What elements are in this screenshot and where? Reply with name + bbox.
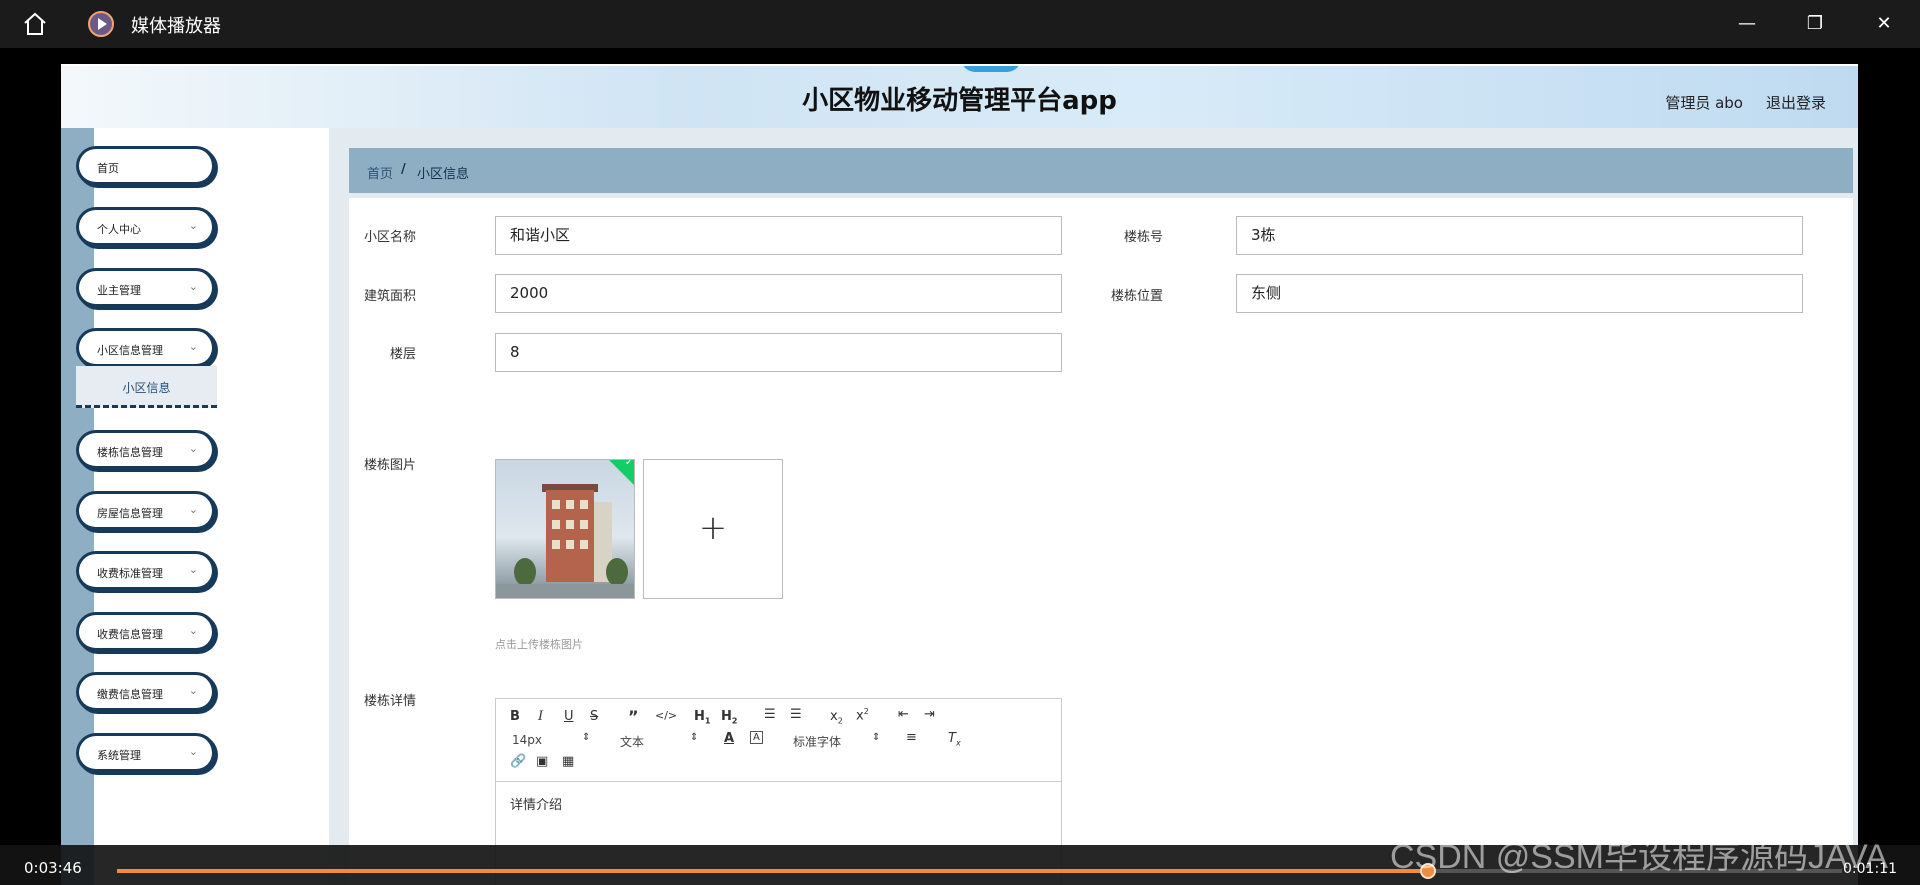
chevron-down-icon: ⌄: [188, 563, 198, 576]
page-title: 小区物业移动管理平台app: [802, 86, 1117, 116]
sidebar-item-house-management[interactable]: 房屋信息管理 ⌄: [76, 491, 216, 531]
font-family-dropdown-icon[interactable]: ⇕: [872, 732, 880, 743]
player-title-bar: 媒体播放器 — ❐ ✕: [0, 0, 1920, 48]
sidebar-item-label: 小区信息管理: [97, 344, 163, 357]
header-badge: [961, 66, 1021, 72]
superscript-icon[interactable]: x2: [856, 707, 869, 723]
format-dropdown-icon[interactable]: ⇕: [690, 732, 698, 743]
web-page: 小区物业移动管理平台app 管理员 abo 退出登录 首页 个人中心 ⌄ 业主管…: [61, 66, 1858, 885]
admin-label: 管理员 abo: [1665, 94, 1743, 112]
building-location-label: 楼栋位置: [1110, 289, 1163, 304]
sidebar: 首页 个人中心 ⌄ 业主管理 ⌄ 小区信息管理 ⌄ 小区信息 楼栋信息管理 ⌄ …: [61, 128, 329, 885]
indent-icon[interactable]: ⇥: [924, 707, 935, 722]
logout-link[interactable]: 退出登录: [1766, 92, 1826, 113]
font-size-dropdown-icon[interactable]: ⇕: [582, 732, 590, 743]
chevron-down-icon: ⌄: [188, 624, 198, 637]
font-family-select[interactable]: 标准字体: [793, 733, 841, 750]
breadcrumb-current: 小区信息: [417, 167, 470, 182]
background-color-icon[interactable]: A: [750, 731, 763, 744]
chevron-down-icon: ⌄: [188, 503, 198, 516]
restore-icon[interactable]: ❐: [1803, 12, 1827, 36]
format-select[interactable]: 文本: [620, 733, 644, 750]
minimize-icon[interactable]: —: [1735, 12, 1759, 36]
building-image-label: 楼栋图片: [363, 458, 416, 473]
seek-progress: [117, 869, 1428, 873]
building-location-field[interactable]: 东侧: [1236, 274, 1803, 313]
area-label: 建筑面积: [363, 289, 416, 304]
sidebar-item-label: 收费信息管理: [97, 628, 163, 641]
sidebar-item-fee-info[interactable]: 收费信息管理 ⌄: [76, 612, 216, 652]
link-icon[interactable]: 🔗: [510, 754, 526, 769]
sidebar-item-label: 个人中心: [97, 223, 141, 236]
building-image-thumbnail[interactable]: ✓: [495, 459, 635, 599]
floors-label: 楼层: [389, 347, 416, 362]
image-upload-button[interactable]: +: [643, 459, 783, 599]
area-field[interactable]: 2000: [495, 274, 1062, 313]
media-player-icon: [88, 11, 114, 37]
chevron-down-icon: ⌄: [188, 684, 198, 697]
ordered-list-icon[interactable]: ☰: [764, 707, 776, 722]
breadcrumb-separator: /: [401, 162, 406, 177]
elapsed-time: 0:03:46: [24, 859, 82, 877]
close-icon[interactable]: ✕: [1872, 12, 1896, 36]
sidebar-subitem-label: 小区信息: [122, 381, 171, 395]
clear-format-icon[interactable]: Tx: [948, 731, 961, 748]
breadcrumb: 首页 / 小区信息: [349, 148, 1853, 193]
sidebar-item-personal-center[interactable]: 个人中心 ⌄: [76, 207, 216, 247]
sidebar-item-owner-management[interactable]: 业主管理 ⌄: [76, 268, 216, 308]
bullet-list-icon[interactable]: ☰: [790, 707, 802, 722]
sidebar-item-label: 收费标准管理: [97, 567, 163, 580]
upload-hint: 点击上传楼栋图片: [495, 638, 583, 651]
sidebar-subitem-community-info[interactable]: 小区信息: [76, 366, 217, 408]
plus-icon: +: [698, 508, 728, 548]
font-size-select[interactable]: 14px: [512, 733, 542, 747]
sidebar-item-community-management[interactable]: 小区信息管理 ⌄: [76, 328, 216, 368]
building-no-field[interactable]: 3栋: [1236, 216, 1803, 255]
building-detail-label: 楼栋详情: [363, 694, 416, 709]
bold-icon[interactable]: B: [510, 709, 520, 724]
building-no-label: 楼栋号: [1123, 230, 1163, 245]
sidebar-item-home[interactable]: 首页: [76, 146, 216, 186]
chevron-down-icon: ⌄: [188, 745, 198, 758]
community-name-label: 小区名称: [363, 230, 416, 245]
heading1-icon[interactable]: H1: [694, 709, 710, 726]
image-icon[interactable]: ▣: [536, 754, 548, 769]
italic-icon[interactable]: I: [538, 709, 543, 724]
community-name-field[interactable]: 和谐小区: [495, 216, 1062, 255]
app-title: 媒体播放器: [131, 16, 221, 37]
sidebar-item-label: 系统管理: [97, 749, 141, 762]
chevron-down-icon: ⌄: [188, 280, 198, 293]
align-icon[interactable]: ≡: [906, 730, 917, 745]
chevron-down-icon: ⌄: [188, 340, 198, 353]
sidebar-item-label: 业主管理: [97, 284, 141, 297]
breadcrumb-home-link[interactable]: 首页: [367, 163, 393, 182]
outdent-icon[interactable]: ⇤: [898, 707, 909, 722]
strikethrough-icon[interactable]: S: [590, 709, 598, 724]
sidebar-item-fee-standard[interactable]: 收费标准管理 ⌄: [76, 551, 216, 591]
code-icon[interactable]: </>: [655, 709, 677, 722]
chevron-down-icon: ⌄: [188, 442, 198, 455]
sidebar-item-system-management[interactable]: 系统管理 ⌄: [76, 733, 216, 773]
page-header: 小区物业移动管理平台app 管理员 abo 退出登录: [61, 66, 1858, 128]
sidebar-item-label: 房屋信息管理: [97, 507, 163, 520]
chevron-down-icon: ⌄: [188, 219, 198, 232]
blockquote-icon[interactable]: ”: [628, 707, 639, 726]
sidebar-item-building-management[interactable]: 楼栋信息管理 ⌄: [76, 430, 216, 470]
editor-toolbar: B I U S ” </> H1 H2 ☰ ☰ x2 x2 ⇤ ⇥ 14px ⇕…: [496, 699, 1061, 782]
floors-field[interactable]: 8: [495, 333, 1062, 372]
watermark: CSDN @SSM毕设程序源码JAVA: [1390, 838, 1888, 876]
sidebar-item-label: 楼栋信息管理: [97, 446, 163, 459]
sidebar-item-payment-info[interactable]: 缴费信息管理 ⌄: [76, 672, 216, 712]
sidebar-item-label: 首页: [97, 162, 119, 175]
editor-content[interactable]: 详情介绍: [510, 794, 562, 813]
subscript-icon[interactable]: x2: [830, 709, 843, 726]
sidebar-item-label: 缴费信息管理: [97, 688, 163, 701]
heading2-icon[interactable]: H2: [721, 709, 737, 726]
video-icon[interactable]: ▦: [562, 754, 574, 769]
font-color-icon[interactable]: A: [724, 731, 734, 746]
underline-icon[interactable]: U: [564, 709, 574, 724]
home-icon[interactable]: [22, 11, 48, 37]
